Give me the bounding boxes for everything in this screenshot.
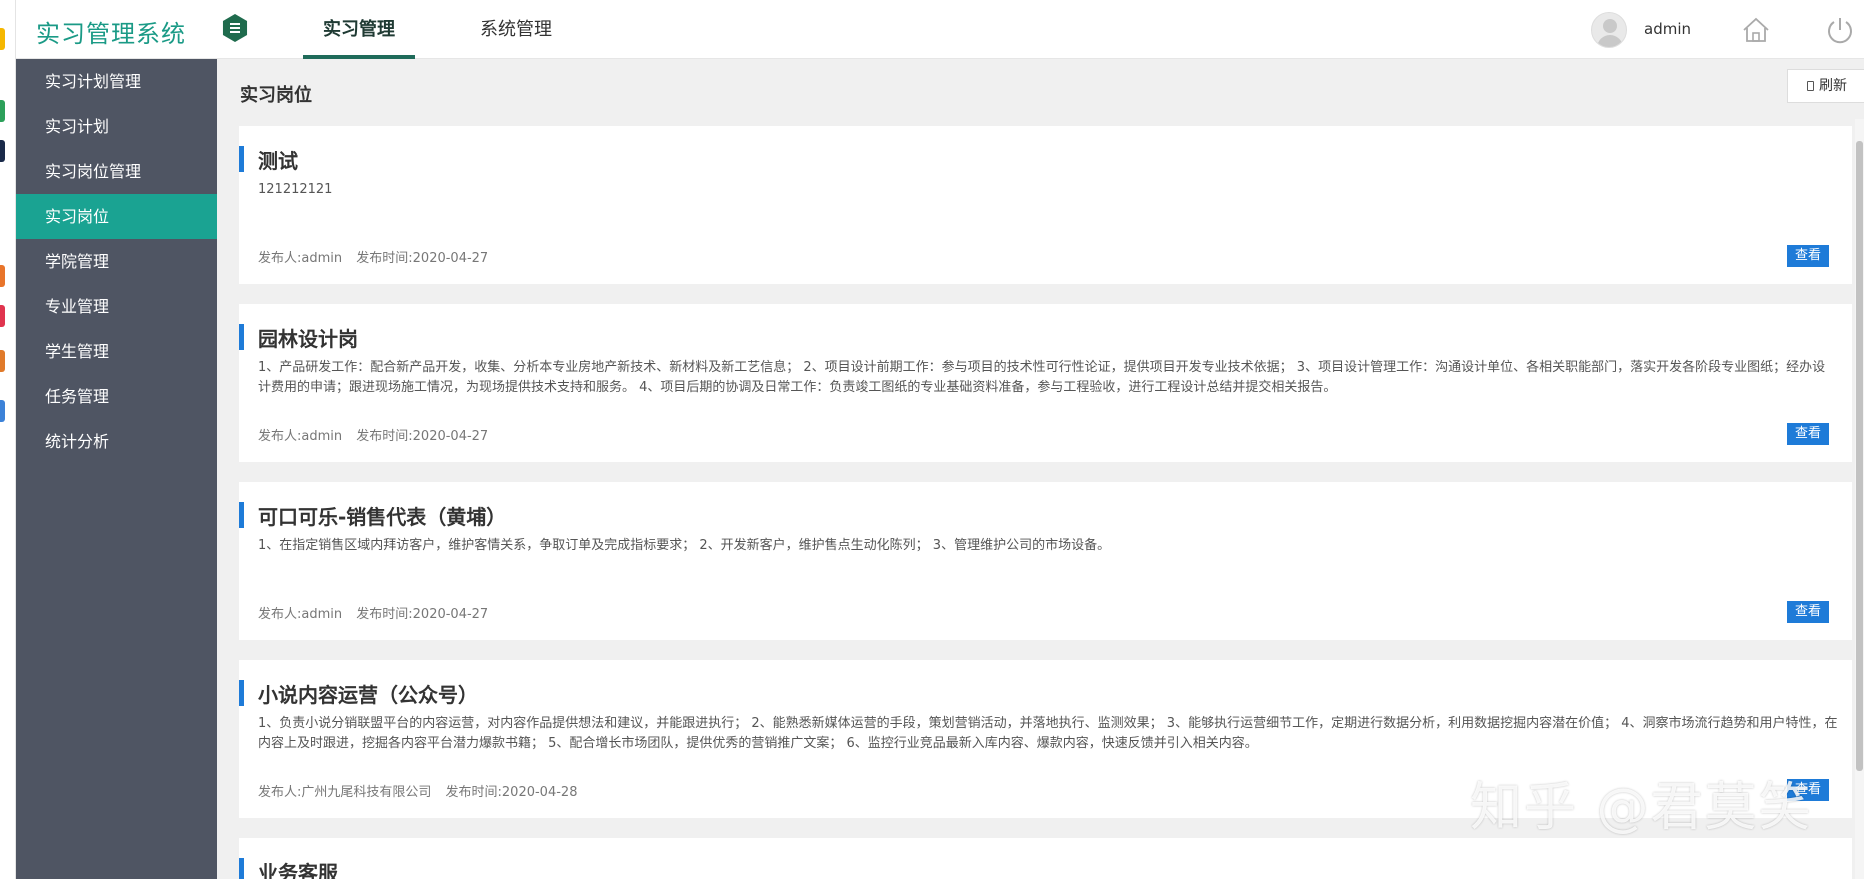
card-time: 发布时间:2020-04-27 <box>356 429 489 444</box>
position-card: 可口可乐-销售代表（黄埔） 1、在指定销售区域内拜访客户，维护客情关系，争取订单… <box>239 482 1852 640</box>
card-title[interactable]: 园林设计岗 <box>258 323 358 352</box>
taskbar-app-icon[interactable] <box>0 305 5 327</box>
tab-internship-management[interactable]: 实习管理 <box>303 0 415 59</box>
card-title[interactable]: 测试 <box>258 145 298 174</box>
sidebar-item-student[interactable]: 学生管理 <box>16 329 217 374</box>
menu-toggle-icon[interactable] <box>222 14 248 42</box>
sidebar-item-task[interactable]: 任务管理 <box>16 374 217 419</box>
taskbar-app-icon[interactable] <box>0 28 5 50</box>
refresh-icon <box>1807 81 1814 91</box>
position-card: 测试 121212121 发布人:admin 发布时间:2020-04-27 查… <box>239 126 1852 284</box>
card-publisher: 发布人:广州九尾科技有限公司 <box>258 785 432 800</box>
card-publisher: 发布人:admin <box>258 607 343 622</box>
os-taskbar-strip <box>0 0 16 879</box>
taskbar-app-icon[interactable] <box>0 100 5 122</box>
sidebar-item-plan[interactable]: 实习计划 <box>16 104 217 149</box>
card-publisher: 发布人:admin <box>258 429 343 444</box>
sidebar-item-college[interactable]: 学院管理 <box>16 239 217 284</box>
sidebar-item-position-management[interactable]: 实习岗位管理 <box>16 149 217 194</box>
sidebar-item-position[interactable]: 实习岗位 <box>16 194 217 239</box>
scrollbar-thumb[interactable] <box>1856 141 1863 771</box>
card-description: 1、产品研发工作：配合新产品开发，收集、分析本专业房地产新技术、新材料及新工艺信… <box>258 360 1826 395</box>
card-description: 1、负责小说分销联盟平台的内容运营，对内容作品提供想法和建议，并能跟进执行； 2… <box>258 716 1838 751</box>
home-icon[interactable] <box>1742 17 1770 43</box>
card-accent-bar <box>239 858 244 879</box>
power-icon[interactable] <box>1826 16 1854 44</box>
avatar[interactable] <box>1591 12 1627 48</box>
position-card: 业务客服 <box>239 838 1852 879</box>
top-header: 实习管理系统 实习管理 系统管理 admin <box>16 0 1864 59</box>
sidebar: 实习计划管理 实习计划 实习岗位管理 实习岗位 学院管理 专业管理 学生管理 任… <box>16 59 217 879</box>
sidebar-item-major[interactable]: 专业管理 <box>16 284 217 329</box>
card-description: 1、在指定销售区域内拜访客户，维护客情关系，争取订单及完成指标要求； 2、开发新… <box>258 538 1111 553</box>
main-content: 实习岗位 刷新 测试 121212121 发布人:admin 发布时间:2020… <box>217 59 1864 879</box>
card-time: 发布时间:2020-04-28 <box>445 785 578 800</box>
card-meta: 发布人:admin 发布时间:2020-04-27 <box>258 603 488 622</box>
card-meta: 发布人:admin 发布时间:2020-04-27 <box>258 425 488 444</box>
username[interactable]: admin <box>1644 20 1691 38</box>
position-card: 园林设计岗 1、产品研发工作：配合新产品开发，收集、分析本专业房地产新技术、新材… <box>239 304 1852 462</box>
app-window: 实习管理系统 实习管理 系统管理 admin 实习计划管理 实习计划 实习岗位管… <box>0 0 1864 879</box>
app-logo[interactable]: 实习管理系统 <box>36 14 186 49</box>
watermark: 知乎 @君莫笑 <box>1470 778 1813 838</box>
sidebar-item-plan-management[interactable]: 实习计划管理 <box>16 59 217 104</box>
page-title: 实习岗位 <box>240 85 312 106</box>
card-description: 121212121 <box>258 182 333 197</box>
card-time: 发布时间:2020-04-27 <box>356 607 489 622</box>
view-button[interactable]: 查看 <box>1787 601 1829 623</box>
view-button[interactable]: 查看 <box>1787 245 1829 267</box>
view-button[interactable]: 查看 <box>1787 423 1829 445</box>
refresh-button[interactable]: 刷新 <box>1787 69 1864 103</box>
card-accent-bar <box>239 324 244 350</box>
taskbar-app-icon[interactable] <box>0 265 5 287</box>
card-publisher: 发布人:admin <box>258 251 343 266</box>
taskbar-app-icon[interactable] <box>0 400 5 422</box>
card-title[interactable]: 可口可乐-销售代表（黄埔） <box>258 501 506 530</box>
card-meta: 发布人:广州九尾科技有限公司 发布时间:2020-04-28 <box>258 781 577 800</box>
scrollbar[interactable] <box>1855 119 1864 879</box>
taskbar-app-icon[interactable] <box>0 350 5 372</box>
card-accent-bar <box>239 502 244 528</box>
refresh-label: 刷新 <box>1819 78 1847 94</box>
card-accent-bar <box>239 680 244 706</box>
sidebar-item-statistics[interactable]: 统计分析 <box>16 419 217 464</box>
tab-system-management[interactable]: 系统管理 <box>456 0 576 59</box>
card-meta: 发布人:admin 发布时间:2020-04-27 <box>258 247 488 266</box>
card-accent-bar <box>239 146 244 172</box>
taskbar-app-icon[interactable] <box>0 140 5 162</box>
card-title[interactable]: 业务客服 <box>258 857 338 879</box>
card-time: 发布时间:2020-04-27 <box>356 251 489 266</box>
card-title[interactable]: 小说内容运营（公众号） <box>258 679 478 708</box>
